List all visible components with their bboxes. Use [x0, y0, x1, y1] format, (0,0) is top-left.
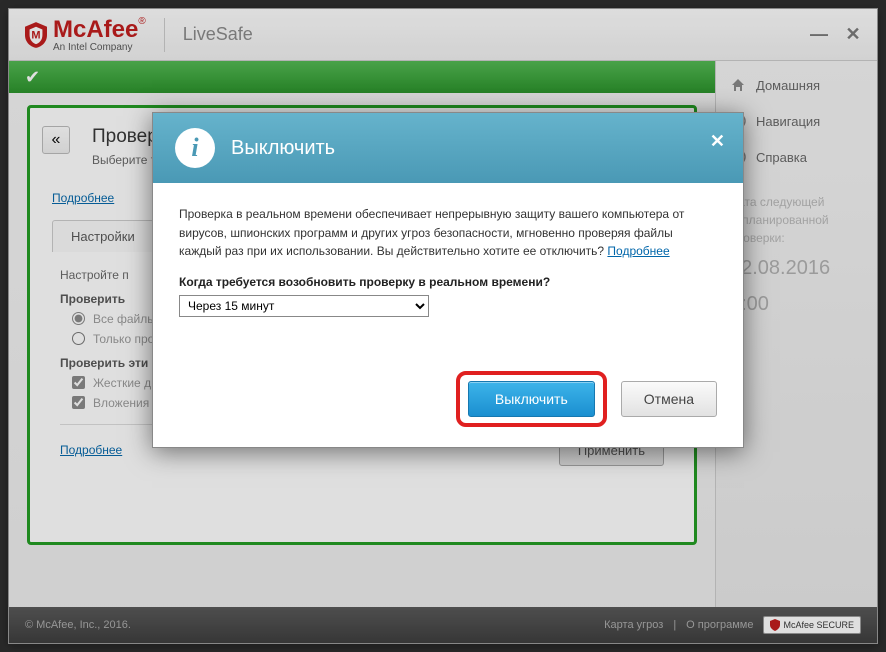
dialog-close-button[interactable]: ✕	[710, 131, 725, 152]
dialog-buttons: Выключить Отмена	[179, 371, 717, 427]
resume-select[interactable]: Через 15 минут	[179, 295, 429, 317]
disable-button[interactable]: Выключить	[468, 381, 595, 417]
dialog-body: Проверка в реальном времени обеспечивает…	[153, 183, 743, 447]
dialog-title: Выключить	[231, 137, 335, 160]
disable-dialog: i Выключить ✕ Проверка в реальном времен…	[152, 112, 744, 448]
dialog-more-link[interactable]: Подробнее	[607, 244, 669, 258]
cancel-button[interactable]: Отмена	[621, 381, 717, 417]
dialog-text: Проверка в реальном времени обеспечивает…	[179, 205, 717, 261]
dialog-header: i Выключить ✕	[153, 113, 743, 183]
info-icon: i	[175, 128, 215, 168]
dialog-question: Когда требуется возобновить проверку в р…	[179, 275, 717, 289]
highlight-box: Выключить	[456, 371, 607, 427]
